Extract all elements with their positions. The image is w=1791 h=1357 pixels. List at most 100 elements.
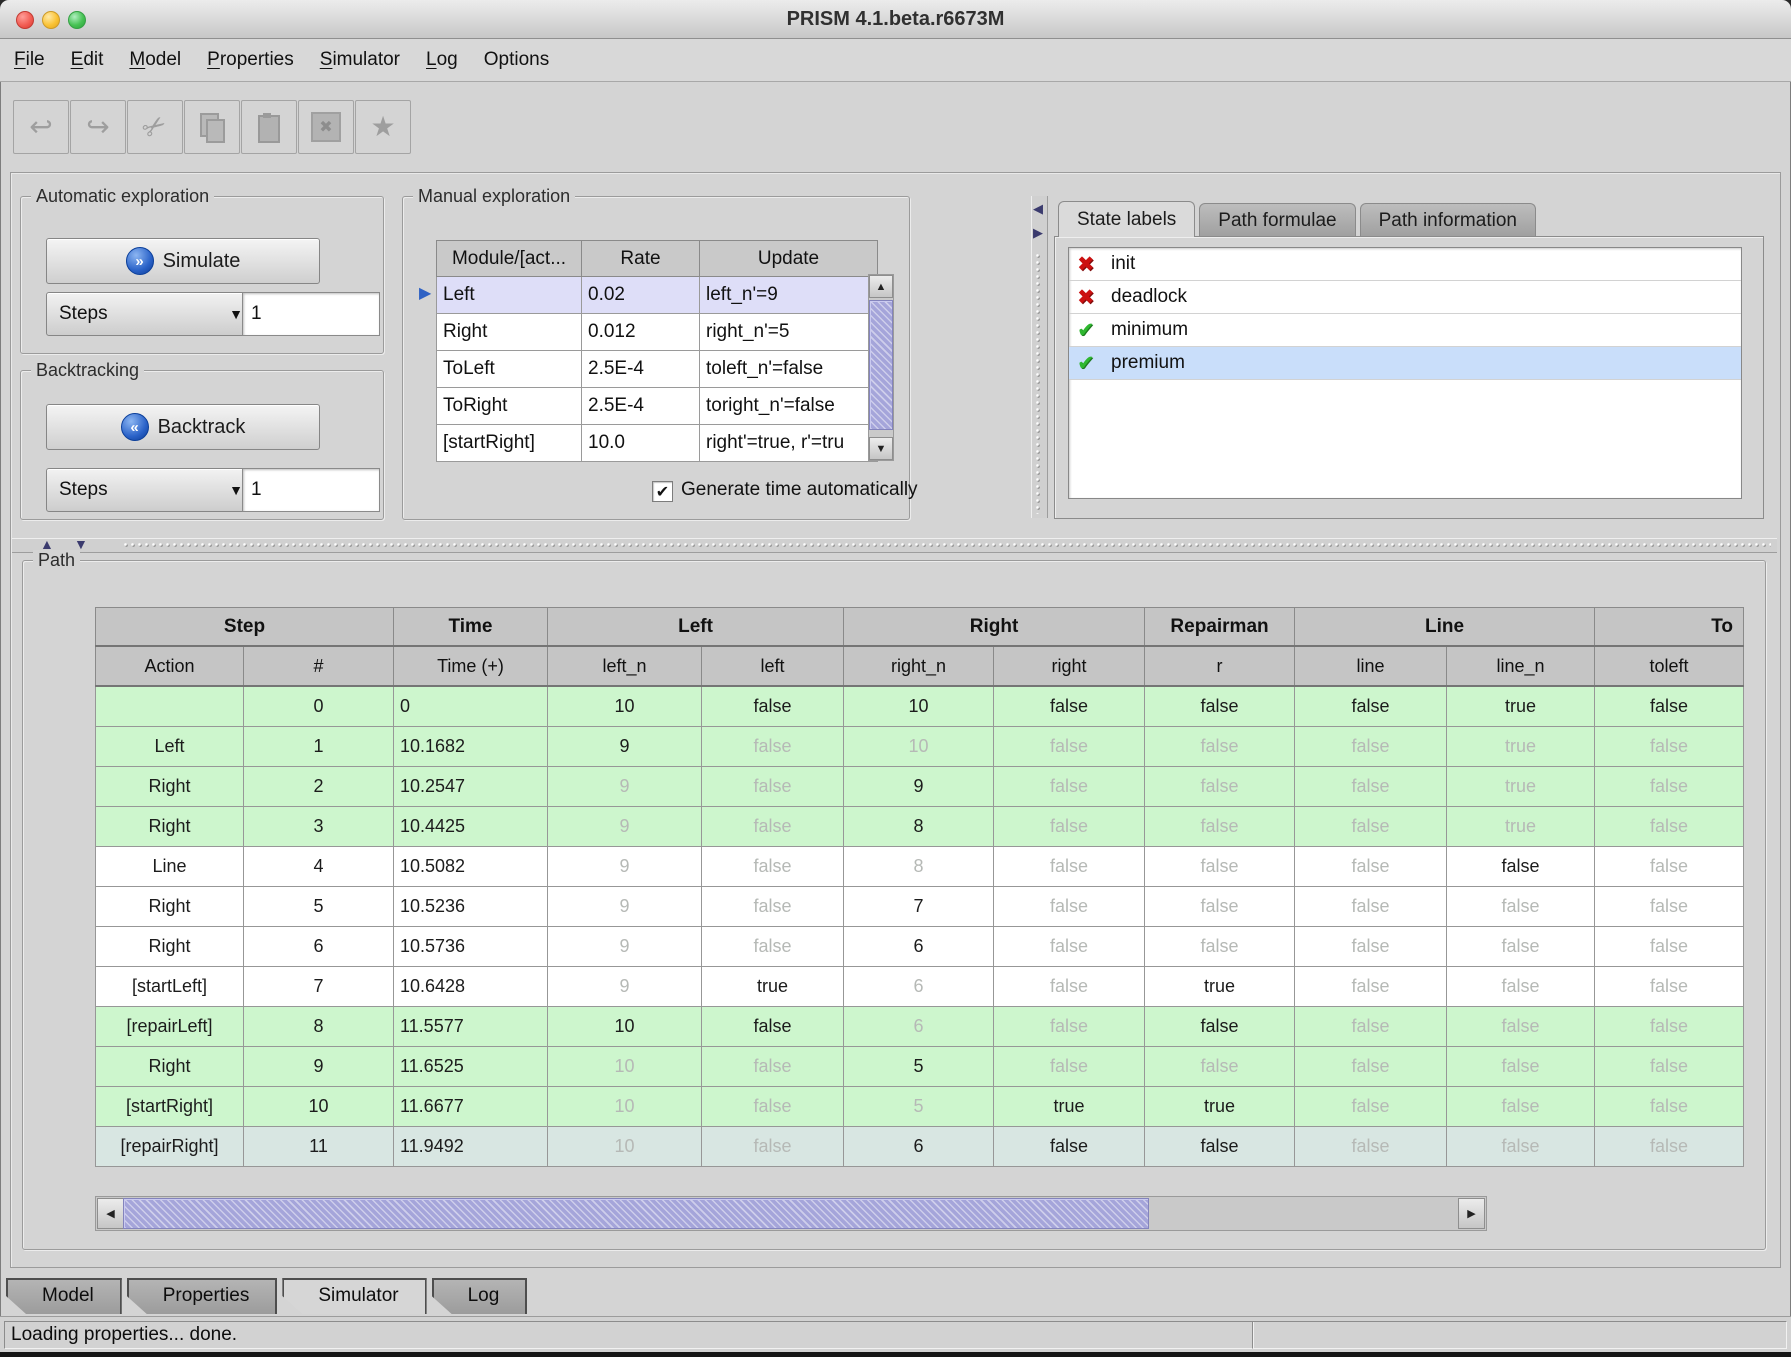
tab-properties[interactable]: Properties bbox=[127, 1278, 278, 1314]
manual-row[interactable]: ToRight2.5E-4toright_n'=false bbox=[437, 388, 878, 425]
backtrack-steps-dropdown[interactable]: Steps ▼ bbox=[46, 468, 256, 512]
path-cell: false bbox=[1595, 967, 1744, 1007]
path-col-header[interactable]: Time (+) bbox=[394, 646, 548, 686]
path-cell: false bbox=[702, 1127, 844, 1167]
toolbar-delete-button[interactable]: ✖ bbox=[298, 100, 354, 154]
path-cell: 7 bbox=[844, 887, 994, 927]
path-group-header[interactable]: Left bbox=[548, 608, 844, 647]
toolbar-redo-arrow-button[interactable]: ↪ bbox=[70, 100, 126, 154]
label-item-init[interactable]: ✖init bbox=[1069, 248, 1741, 281]
simulate-steps-dropdown[interactable]: Steps ▼ bbox=[46, 292, 256, 336]
path-group-header[interactable]: Line bbox=[1295, 608, 1595, 647]
menu-simulator[interactable]: Simulator bbox=[320, 39, 400, 81]
path-group-header[interactable]: Repairman bbox=[1145, 608, 1295, 647]
path-cell: 10.5736 bbox=[394, 927, 548, 967]
path-group-header[interactable]: To bbox=[1595, 608, 1744, 647]
scroll-right-button[interactable]: ▶ bbox=[1458, 1198, 1485, 1229]
path-group-header[interactable]: Right bbox=[844, 608, 1145, 647]
scroll-left-button[interactable]: ◀ bbox=[97, 1198, 124, 1229]
scroll-down-button[interactable]: ▼ bbox=[869, 437, 893, 460]
menu-options[interactable]: Options bbox=[484, 39, 549, 81]
menu-log[interactable]: Log bbox=[426, 39, 458, 81]
title-bar[interactable]: PRISM 4.1.beta.r6673M bbox=[0, 0, 1791, 39]
path-col-header[interactable]: right_n bbox=[844, 646, 994, 686]
manual-row[interactable]: Left0.02left_n'=9 bbox=[437, 277, 878, 314]
manual-table-scrollbar[interactable]: ▲ ▼ bbox=[868, 274, 894, 461]
path-cell: false bbox=[1295, 767, 1447, 807]
path-row[interactable]: Left110.16829false10falsefalsefalsetruef… bbox=[96, 727, 1744, 767]
path-row[interactable]: [startRight]1011.667710false5truetruefal… bbox=[96, 1087, 1744, 1127]
path-row[interactable]: Line410.50829false8falsefalsefalsefalsef… bbox=[96, 847, 1744, 887]
backtrack-steps-input[interactable]: 1 bbox=[242, 468, 380, 512]
menu-file[interactable]: File bbox=[14, 39, 45, 81]
path-row[interactable]: Right610.57369false6falsefalsefalsefalse… bbox=[96, 927, 1744, 967]
toolbar-cut-button[interactable]: ✂ bbox=[127, 100, 183, 154]
toolbar-star-button[interactable]: ★ bbox=[355, 100, 411, 154]
path-cell: [startRight] bbox=[96, 1087, 244, 1127]
path-row[interactable]: Right210.25479false9falsefalsefalsetruef… bbox=[96, 767, 1744, 807]
path-col-header[interactable]: r bbox=[1145, 646, 1295, 686]
tab-log[interactable]: Log bbox=[432, 1278, 528, 1314]
path-col-header[interactable]: line bbox=[1295, 646, 1447, 686]
tab-state-labels[interactable]: State labels bbox=[1058, 201, 1195, 237]
path-cell: 6 bbox=[844, 927, 994, 967]
backtrack-button[interactable]: « Backtrack bbox=[46, 404, 320, 450]
simulate-steps-input[interactable]: 1 bbox=[242, 292, 380, 336]
path-group-header[interactable]: Time bbox=[394, 608, 548, 647]
manual-col-header[interactable]: Rate bbox=[582, 241, 700, 277]
path-col-header[interactable]: Action bbox=[96, 646, 244, 686]
menu-model[interactable]: Model bbox=[129, 39, 181, 81]
menu-edit[interactable]: Edit bbox=[71, 39, 104, 81]
tab-path-information[interactable]: Path information bbox=[1360, 203, 1536, 237]
path-col-header[interactable]: left_n bbox=[548, 646, 702, 686]
manual-row[interactable]: [startRight]10.0right'=true, r'=tru bbox=[437, 425, 878, 462]
manual-col-header[interactable]: Update bbox=[700, 241, 878, 277]
scroll-up-button[interactable]: ▲ bbox=[869, 275, 893, 298]
toolbar-paste-button[interactable] bbox=[241, 100, 297, 154]
path-group-header[interactable]: Step bbox=[96, 608, 394, 647]
vertical-splitter[interactable]: ◀ ▶ bbox=[1031, 196, 1048, 518]
path-cell: Right bbox=[96, 807, 244, 847]
tab-model[interactable]: Model bbox=[6, 1278, 122, 1314]
path-horizontal-scrollbar[interactable]: ◀ ▶ bbox=[95, 1196, 1487, 1231]
path-cell: false bbox=[1447, 1087, 1595, 1127]
path-row[interactable]: [repairLeft]811.557710false6falsefalsefa… bbox=[96, 1007, 1744, 1047]
simulate-button[interactable]: » Simulate bbox=[46, 238, 320, 284]
manual-col-header[interactable]: Module/[act... bbox=[437, 241, 582, 277]
scrollbar-thumb[interactable] bbox=[123, 1198, 1149, 1229]
collapse-left-icon[interactable]: ◀ bbox=[1033, 202, 1043, 215]
label-item-premium[interactable]: ✔premium bbox=[1069, 347, 1741, 380]
toolbar-undo-arrow-button[interactable]: ↩ bbox=[13, 100, 69, 154]
path-col-header[interactable]: toleft bbox=[1595, 646, 1744, 686]
path-row[interactable]: Right510.52369false7falsefalsefalsefalse… bbox=[96, 887, 1744, 927]
path-cell: 11.5577 bbox=[394, 1007, 548, 1047]
redo-arrow-icon: ↪ bbox=[86, 113, 109, 141]
path-col-header[interactable]: # bbox=[244, 646, 394, 686]
path-col-header[interactable]: line_n bbox=[1447, 646, 1595, 686]
toolbar-copy-button[interactable] bbox=[184, 100, 240, 154]
path-cell: 10 bbox=[844, 686, 994, 727]
scrollbar-thumb[interactable] bbox=[869, 300, 893, 430]
path-row[interactable]: Right911.652510false5falsefalsefalsefals… bbox=[96, 1047, 1744, 1087]
path-cell: false bbox=[1447, 847, 1595, 887]
path-row[interactable]: [repairRight]1111.949210false6falsefalse… bbox=[96, 1127, 1744, 1167]
generate-time-checkbox[interactable]: ✔ bbox=[652, 481, 673, 502]
label-item-minimum[interactable]: ✔minimum bbox=[1069, 314, 1741, 347]
path-col-header[interactable]: right bbox=[994, 646, 1145, 686]
path-row[interactable]: Right310.44259false8falsefalsefalsetruef… bbox=[96, 807, 1744, 847]
label-item-deadlock[interactable]: ✖deadlock bbox=[1069, 281, 1741, 314]
path-cell: false bbox=[702, 887, 844, 927]
window-title: PRISM 4.1.beta.r6673M bbox=[0, 0, 1791, 38]
path-col-header[interactable]: left bbox=[702, 646, 844, 686]
path-row[interactable]: 0010false10falsefalsefalsetruefalse bbox=[96, 686, 1744, 727]
path-cell: false bbox=[1295, 1087, 1447, 1127]
collapse-right-icon[interactable]: ▶ bbox=[1033, 226, 1043, 239]
tab-simulator[interactable]: Simulator bbox=[282, 1278, 426, 1314]
horizontal-splitter[interactable]: ▲ ▼ bbox=[12, 538, 1777, 553]
path-row[interactable]: [startLeft]710.64289true6falsetruefalsef… bbox=[96, 967, 1744, 1007]
manual-cell: [startRight] bbox=[437, 425, 582, 462]
manual-row[interactable]: Right0.012right_n'=5 bbox=[437, 314, 878, 351]
menu-properties[interactable]: Properties bbox=[207, 39, 294, 81]
manual-row[interactable]: ToLeft2.5E-4toleft_n'=false bbox=[437, 351, 878, 388]
tab-path-formulae[interactable]: Path formulae bbox=[1199, 203, 1355, 237]
